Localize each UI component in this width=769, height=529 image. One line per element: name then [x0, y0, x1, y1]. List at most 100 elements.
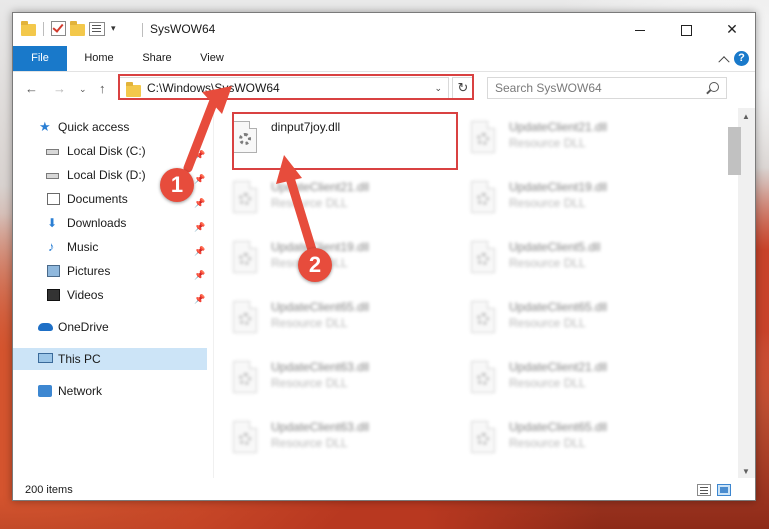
address-highlight-box: [118, 74, 474, 100]
dll-file-icon: [231, 181, 261, 217]
pin-icon[interactable]: 📌: [194, 240, 205, 262]
pin-icon[interactable]: 📌: [194, 192, 205, 214]
close-button[interactable]: ✕: [709, 13, 755, 46]
file-item[interactable]: UpdateClient5.dll Resource DLL: [461, 233, 691, 283]
scroll-up-icon[interactable]: ▲: [742, 112, 750, 121]
file-item[interactable]: UpdateClient63.dll Resource DLL: [223, 413, 453, 463]
sidebar-item-label: Pictures: [67, 264, 111, 278]
properties-icon[interactable]: [89, 21, 105, 36]
quick-access-toolbar: ▾: [21, 20, 116, 36]
file-type: Resource DLL: [271, 316, 348, 330]
new-folder-icon[interactable]: [70, 20, 85, 36]
sidebar-item-music[interactable]: ♪ Music 📌: [13, 236, 207, 258]
pin-icon[interactable]: 📌: [194, 264, 205, 286]
file-item[interactable]: UpdateClient65.dll Resource DLL: [461, 293, 691, 343]
pin-icon[interactable]: 📌: [194, 288, 205, 310]
tab-file[interactable]: File: [13, 46, 67, 71]
maximize-icon: [680, 24, 692, 36]
tab-share[interactable]: Share: [131, 46, 183, 71]
callout-step-2: 2: [298, 248, 332, 282]
dll-file-icon: [231, 301, 261, 337]
tab-view[interactable]: View: [189, 46, 235, 71]
minimize-button[interactable]: [617, 13, 663, 46]
help-icon[interactable]: ?: [734, 51, 749, 66]
file-type: Resource DLL: [509, 376, 586, 390]
details-view-icon[interactable]: [697, 484, 711, 496]
pane-divider[interactable]: [213, 108, 214, 478]
cloud-icon: [38, 323, 53, 331]
sidebar-item-label: Downloads: [67, 216, 127, 230]
sidebar-item-pictures[interactable]: Pictures 📌: [13, 260, 207, 282]
pin-icon[interactable]: 📌: [194, 216, 205, 238]
properties-check-icon[interactable]: [51, 21, 66, 36]
dll-file-icon: [469, 421, 499, 457]
large-icons-view-icon[interactable]: [717, 484, 731, 496]
file-type: Resource DLL: [271, 436, 348, 450]
file-type: Resource DLL: [509, 136, 586, 150]
downloads-icon: ⬇: [47, 216, 58, 230]
network-icon: [38, 385, 52, 397]
dll-file-icon: [231, 421, 261, 457]
file-name: UpdateClient65.dll: [509, 420, 608, 434]
search-input[interactable]: Search SysWOW64: [487, 77, 727, 99]
scrollbar-thumb[interactable]: [728, 127, 741, 175]
sidebar-item-label: OneDrive: [58, 320, 109, 334]
sidebar-item-label: Local Disk (D:): [67, 168, 146, 182]
callout-step-1: 1: [160, 168, 194, 202]
sidebar-item-quick-access[interactable]: ★ Quick access: [13, 116, 207, 138]
star-icon: ★: [39, 119, 51, 134]
sidebar-item-label: Documents: [67, 192, 128, 206]
sidebar-item-downloads[interactable]: ⬇ Downloads 📌: [13, 212, 207, 234]
dll-file-icon: [469, 301, 499, 337]
sidebar-item-label: Videos: [67, 288, 104, 302]
customize-toolbar-dropdown-icon[interactable]: ▾: [111, 23, 116, 34]
minimize-icon: [635, 29, 645, 31]
maximize-button[interactable]: [663, 13, 709, 46]
sidebar-item-label: This PC: [58, 352, 101, 366]
forward-button[interactable]: →: [53, 81, 66, 96]
file-type: Resource DLL: [509, 196, 586, 210]
expand-ribbon-chevron-icon[interactable]: [718, 55, 730, 67]
file-type: Resource DLL: [509, 316, 586, 330]
file-item[interactable]: UpdateClient19.dll Resource DLL: [461, 173, 691, 223]
sidebar-item-label: Music: [67, 240, 99, 254]
pin-icon[interactable]: 📌: [194, 144, 205, 166]
sidebar-item-onedrive[interactable]: OneDrive: [13, 316, 207, 338]
sidebar-item-label: Network: [58, 384, 103, 398]
pin-icon[interactable]: 📌: [194, 168, 205, 190]
file-item[interactable]: UpdateClient65.dll Resource DLL: [223, 293, 453, 343]
up-button[interactable]: ↑: [99, 81, 106, 96]
file-item[interactable]: UpdateClient65.dll Resource DLL: [461, 413, 691, 463]
sidebar-item-videos[interactable]: Videos 📌: [13, 284, 207, 306]
folder-icon: [21, 20, 36, 36]
sidebar-item-local-disk-c[interactable]: Local Disk (C:) 📌: [13, 140, 207, 162]
file-name: UpdateClient21.dll: [509, 360, 608, 374]
file-item[interactable]: UpdateClient21.dll Resource DLL: [461, 353, 691, 403]
dll-file-icon: [469, 181, 499, 217]
file-highlight-box: [232, 112, 458, 170]
file-item[interactable]: UpdateClient21.dll Resource DLL: [223, 173, 453, 223]
dll-file-icon: [231, 241, 261, 277]
scroll-down-icon[interactable]: ▼: [742, 467, 750, 476]
drive-icon: [46, 149, 59, 155]
file-item[interactable]: UpdateClient63.dll Resource DLL: [223, 353, 453, 403]
sidebar-item-network[interactable]: Network: [13, 380, 207, 402]
file-type: Resource DLL: [509, 436, 586, 450]
sidebar-item-this-pc[interactable]: This PC: [13, 348, 207, 370]
navigation-pane: ★ Quick access Local Disk (C:) 📌 Local D…: [13, 108, 207, 478]
music-icon: ♪: [48, 239, 55, 254]
ribbon-right-controls: ?: [718, 51, 749, 67]
file-name: UpdateClient63.dll: [271, 360, 370, 374]
file-name: UpdateClient21.dll: [271, 180, 370, 194]
tab-home[interactable]: Home: [73, 46, 125, 71]
file-item[interactable]: UpdateClient19.dll Resource DLL: [223, 233, 453, 283]
documents-icon: [47, 193, 60, 205]
back-button[interactable]: ←: [25, 81, 38, 96]
divider: [43, 21, 44, 36]
sidebar-item-label: Quick access: [58, 120, 130, 134]
search-icon[interactable]: [709, 82, 719, 92]
file-item[interactable]: UpdateClient21.dll Resource DLL: [461, 113, 691, 163]
recent-locations-button[interactable]: ⌄: [79, 84, 87, 95]
search-placeholder: Search SysWOW64: [495, 81, 602, 95]
drive-icon: [46, 173, 59, 179]
